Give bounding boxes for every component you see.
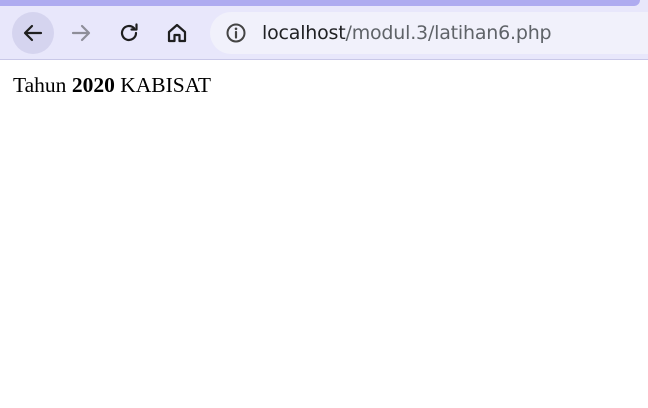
back-button[interactable] [12, 12, 54, 54]
tab-strip [0, 0, 640, 6]
home-icon [167, 23, 187, 43]
url-text[interactable]: localhost/modul.3/latihan6.php [262, 22, 552, 44]
url-host: localhost [262, 22, 346, 44]
result-status: KABISAT [120, 73, 211, 97]
result-year: 2020 [71, 73, 115, 97]
reload-icon [120, 23, 138, 42]
arrow-right-icon [71, 24, 91, 42]
arrow-left-icon [23, 24, 43, 42]
page-content: Tahun 2020 KABISAT [0, 60, 648, 111]
address-bar[interactable]: localhost/modul.3/latihan6.php [210, 12, 648, 54]
browser-toolbar: localhost/modul.3/latihan6.php [0, 0, 648, 60]
url-path: /modul.3/latihan6.php [345, 22, 552, 44]
forward-button[interactable] [60, 12, 102, 54]
reload-button[interactable] [108, 12, 150, 54]
result-prefix: Tahun [13, 73, 67, 97]
info-icon[interactable] [225, 22, 247, 44]
home-button[interactable] [156, 12, 198, 54]
